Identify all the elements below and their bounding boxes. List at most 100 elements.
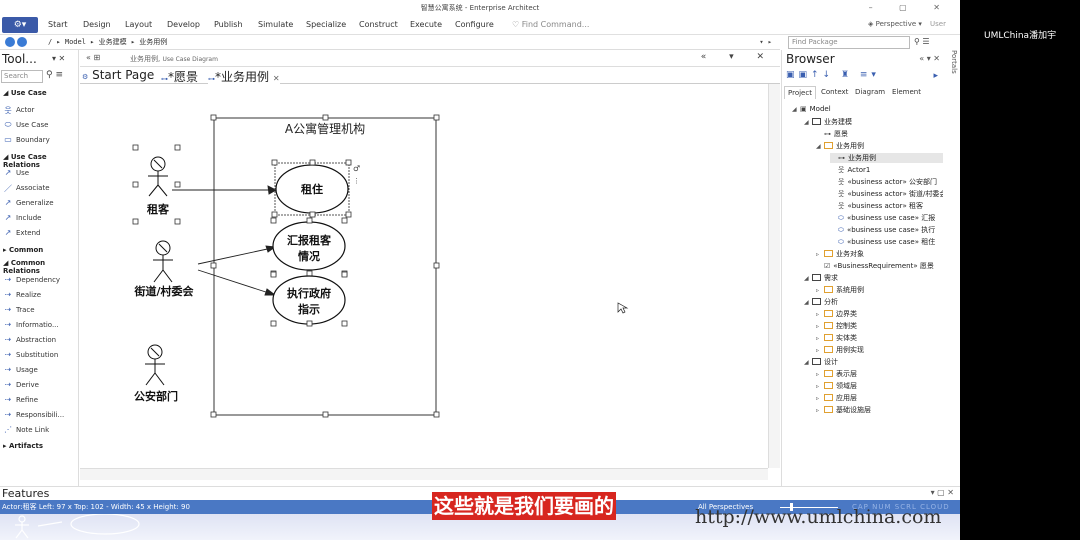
tool-realize[interactable]: ⇢ Realize bbox=[5, 290, 41, 299]
user-button[interactable]: User bbox=[930, 20, 946, 28]
horizontal-scrollbar[interactable] bbox=[80, 468, 768, 480]
tool-use-case[interactable]: ⬭ Use Case bbox=[5, 120, 49, 129]
tool-include[interactable]: ↗ Include bbox=[5, 213, 42, 222]
tree-item[interactable]: ◢ 业务用例 bbox=[816, 141, 943, 151]
toolbox-section-artifacts[interactable]: ▸ Artifacts bbox=[3, 442, 43, 450]
tree-item[interactable]: ▹ 表示层 bbox=[816, 369, 943, 379]
toolbox-search-input[interactable]: Search bbox=[1, 70, 43, 83]
tool-boundary[interactable]: ▭ Boundary bbox=[4, 135, 50, 144]
use-case-diagram[interactable]: A公寓管理机构 租客 街道/村委会 公安部门 ♂ ⋮ 租住 汇报租客 情况 执行… bbox=[80, 84, 768, 468]
back-icon[interactable] bbox=[5, 37, 15, 47]
breadcrumb-business-usecase[interactable]: 业务用例 bbox=[139, 38, 167, 46]
perspective-button[interactable]: ◈ Perspective ▾ bbox=[868, 20, 922, 28]
tool-extend[interactable]: ↗ Extend bbox=[5, 228, 41, 237]
breadcrumb-model[interactable]: Model bbox=[65, 38, 86, 46]
toolbox-section-common-relations[interactable]: ◢ Common Relations bbox=[3, 259, 78, 275]
tree-item[interactable]: 웃 «business actor» 公安部门 bbox=[830, 177, 943, 187]
quick-link-icon[interactable]: ♂ bbox=[353, 164, 360, 173]
toolbox-search-icon[interactable]: ⚲ ≡ bbox=[46, 70, 63, 80]
toolbox-pin-icon[interactable]: ▾ ✕ bbox=[52, 54, 65, 63]
tree-item[interactable]: ▹ 应用层 bbox=[816, 393, 943, 403]
tool-actor[interactable]: 웃 Actor bbox=[4, 106, 34, 115]
tree-item[interactable]: ◢ 业务建模 bbox=[804, 117, 943, 127]
tree-item[interactable]: ▹ 控制类 bbox=[816, 321, 943, 331]
browser-tab-element[interactable]: Element bbox=[889, 86, 924, 99]
tree-item[interactable]: ▹ 基础设施层 bbox=[816, 405, 943, 415]
breadcrumb-root[interactable]: / bbox=[48, 38, 52, 46]
tree-item[interactable]: ▹ 系统用例 bbox=[816, 285, 943, 295]
diagram-header-controls[interactable]: « ▾ ✕ bbox=[701, 52, 774, 62]
tool-dependency[interactable]: ⇢ Dependency bbox=[5, 275, 60, 284]
tool-substitution[interactable]: ⇢ Substitution bbox=[5, 350, 59, 359]
actor-police[interactable] bbox=[145, 344, 165, 386]
tool-abstraction[interactable]: ⇢ Abstraction bbox=[5, 335, 56, 344]
menu-start[interactable]: Start bbox=[48, 20, 68, 29]
tree-item[interactable]: 웃 «business actor» 街道/村委会 bbox=[830, 189, 943, 199]
menu-specialize[interactable]: Specialize bbox=[306, 20, 346, 29]
use-case-menu-icon[interactable]: ⋮ bbox=[353, 177, 360, 185]
diagram-header-icons[interactable]: « ⊞ bbox=[86, 53, 100, 62]
tool-refine[interactable]: ⇢ Refine bbox=[5, 395, 38, 404]
tool-generalize[interactable]: ↗ Generalize bbox=[5, 198, 54, 207]
tool-note-link[interactable]: ⋰ Note Link bbox=[4, 425, 49, 434]
menu-design[interactable]: Design bbox=[83, 20, 111, 29]
vertical-scrollbar[interactable] bbox=[768, 84, 780, 468]
tree-item[interactable]: ◢ 分析 bbox=[804, 297, 943, 307]
browser-tab-project[interactable]: Project bbox=[784, 86, 816, 99]
tree-item[interactable]: 웃 «business actor» 租客 bbox=[830, 201, 943, 211]
menu-configure[interactable]: Configure bbox=[455, 20, 494, 29]
tree-item[interactable]: ◢ 设计 bbox=[804, 357, 943, 367]
actor-street-committee[interactable] bbox=[153, 240, 173, 283]
browser-run-icon[interactable]: ▸ bbox=[933, 71, 938, 81]
tool-information-flow[interactable]: ⇢ Informatio... bbox=[5, 320, 59, 329]
tool-associate[interactable]: ／ Associate bbox=[4, 184, 50, 193]
tree-item[interactable]: ▹ 实体类 bbox=[816, 333, 943, 343]
tree-item[interactable]: ◢ 需求 bbox=[804, 273, 943, 283]
tree-item[interactable]: ⊶ 愿景 bbox=[816, 129, 943, 139]
tool-derive[interactable]: ⇢ Derive bbox=[5, 380, 39, 389]
window-controls[interactable]: – ▢ ✕ bbox=[869, 0, 952, 16]
app-menu-button[interactable]: ⚙▾ bbox=[2, 17, 38, 33]
diagram-canvas[interactable]: A公寓管理机构 租客 街道/村委会 公安部门 ♂ ⋮ 租住 汇报租客 情况 执行… bbox=[80, 84, 768, 468]
find-package-input[interactable]: Find Package bbox=[788, 36, 910, 49]
use-case-execute-gov[interactable] bbox=[272, 275, 346, 325]
tree-item[interactable]: ⬭ «business use case» 租住 bbox=[830, 237, 943, 247]
toolbox-section-use-case[interactable]: ◢ Use Case bbox=[3, 89, 47, 97]
tree-item[interactable]: ▹ 边界类 bbox=[816, 309, 943, 319]
tab-business-usecase[interactable]: ⊶*业务用例 ✕ bbox=[208, 68, 280, 85]
nav-back-forward[interactable] bbox=[5, 37, 31, 47]
tree-item[interactable]: ▹ 用例实现 bbox=[816, 345, 943, 355]
forward-icon[interactable] bbox=[17, 37, 27, 47]
tree-item[interactable]: ⬭ «business use case» 执行 bbox=[830, 225, 943, 235]
tab-start-page[interactable]: ⚙ Start Page bbox=[82, 68, 154, 82]
tool-trace[interactable]: ⇢ Trace bbox=[5, 305, 35, 314]
features-controls[interactable]: ▾ ▢ ✕ bbox=[931, 488, 954, 497]
actor-tenant[interactable] bbox=[148, 156, 168, 197]
find-package-search-icon[interactable]: ⚲ ☰ bbox=[914, 37, 930, 46]
portals-sidebar[interactable]: Portals bbox=[946, 50, 958, 110]
toolbox-section-use-case-relations[interactable]: ◢ Use Case Relations bbox=[3, 153, 78, 169]
tool-use[interactable]: ↗ Use bbox=[5, 168, 29, 177]
tree-item[interactable]: ⊶ 业务用例 bbox=[830, 153, 943, 163]
browser-tab-diagram[interactable]: Diagram bbox=[852, 86, 888, 99]
tree-item[interactable]: ▹ 领域层 bbox=[816, 381, 943, 391]
menu-simulate[interactable]: Simulate bbox=[258, 20, 293, 29]
browser-toolbar[interactable]: ▣▣↑↓ ♜ ≡▾ bbox=[786, 70, 880, 80]
tree-item[interactable]: ▹ 业务对象 bbox=[816, 249, 943, 259]
tool-usage[interactable]: ⇢ Usage bbox=[5, 365, 38, 374]
tree-item[interactable]: 웃 Actor1 bbox=[830, 165, 943, 175]
nav-dropdown[interactable]: ▾ ▸ bbox=[759, 35, 772, 49]
menu-construct[interactable]: Construct bbox=[359, 20, 398, 29]
menu-develop[interactable]: Develop bbox=[167, 20, 200, 29]
menu-execute[interactable]: Execute bbox=[410, 20, 442, 29]
tab-vision[interactable]: ⊶*愿景 bbox=[161, 68, 198, 85]
tree-item[interactable]: ☑ «BusinessRequirement» 愿景 bbox=[816, 261, 943, 271]
menu-publish[interactable]: Publish bbox=[214, 20, 243, 29]
browser-tab-context[interactable]: Context bbox=[818, 86, 851, 99]
tool-responsibility[interactable]: ⇢ Responsibili... bbox=[5, 410, 65, 419]
breadcrumb-business-modeling[interactable]: 业务建模 bbox=[99, 38, 127, 46]
browser-controls[interactable]: « ▾ ✕ bbox=[919, 54, 940, 63]
tree-item[interactable]: ⬭ «business use case» 汇报 bbox=[830, 213, 943, 223]
find-command[interactable]: ♡ Find Command... bbox=[512, 20, 589, 29]
toolbox-section-common[interactable]: ▸ Common bbox=[3, 246, 43, 254]
